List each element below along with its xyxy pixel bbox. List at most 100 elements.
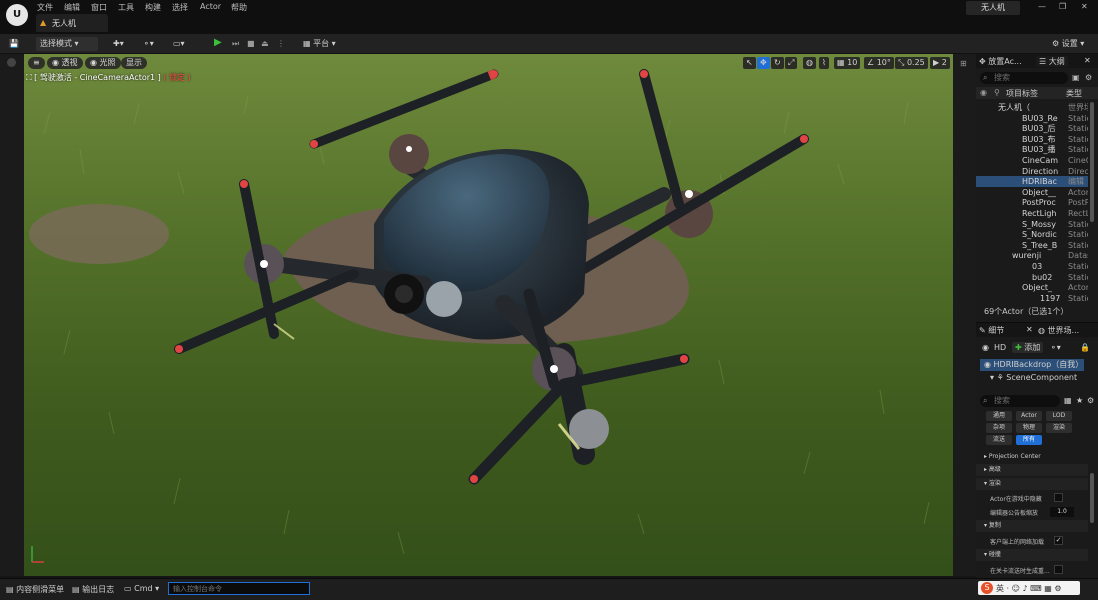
blueprint-dropdown-icon[interactable]: ⚬▾ bbox=[1050, 343, 1061, 352]
scene-component-row[interactable]: ▾ ⚘ SceneComponent bbox=[990, 373, 1077, 382]
projection-center-row[interactable]: ▸ Projection Center bbox=[984, 453, 1041, 460]
outliner-row[interactable]: bu02 Static bbox=[976, 272, 1088, 283]
grid-snap-toggle[interactable]: ▦ 10 bbox=[834, 57, 861, 69]
menu-edit[interactable]: 编辑 bbox=[64, 2, 80, 13]
pilot-camera-label[interactable]: ⛶ [ 驾驶激活 - CineCameraActor1 ] ( 锁定 ) bbox=[26, 72, 191, 83]
menu-window[interactable]: 窗口 bbox=[91, 2, 107, 13]
outliner-settings-icon[interactable]: ⚙ bbox=[1085, 73, 1092, 82]
filter-chip[interactable]: 所有 bbox=[1016, 435, 1042, 445]
rotation-snap-toggle[interactable]: ∠ 10° bbox=[864, 57, 894, 69]
spawn-collision-checkbox[interactable] bbox=[1054, 565, 1063, 574]
outliner-row[interactable]: Object__ Actor bbox=[976, 187, 1088, 198]
details-scrollbar[interactable] bbox=[1090, 473, 1094, 523]
section-collision[interactable]: ▾ 碰撞 bbox=[976, 549, 1088, 561]
ime-toolbar[interactable]: S 英 · ☺ ♪ ⌨ ▦ ⚙ bbox=[978, 581, 1080, 595]
favorite-star-icon[interactable]: ★ bbox=[1076, 396, 1083, 405]
output-log-button[interactable]: ▤ 输出日志 bbox=[72, 584, 114, 595]
step-icon[interactable]: ⏭ bbox=[232, 37, 239, 51]
eject-icon[interactable]: ⏏ bbox=[261, 37, 269, 51]
platform-dropdown[interactable]: ▦ 平台 ▾ bbox=[303, 37, 336, 51]
close-details-icon[interactable]: ✕ bbox=[1026, 325, 1033, 334]
outliner-row[interactable]: BU03_后 Static bbox=[976, 123, 1088, 134]
hidden-in-game-checkbox[interactable] bbox=[1054, 493, 1063, 502]
layout-icon[interactable]: ⊞ bbox=[960, 59, 967, 68]
component-root-row[interactable]: ◉ HDRIBackdrop（自我） bbox=[980, 359, 1084, 371]
minimize-button[interactable]: — bbox=[1038, 2, 1046, 11]
actor-name-short[interactable]: HD bbox=[994, 343, 1006, 352]
blueprint-icon[interactable]: ⚬▾ bbox=[143, 37, 154, 51]
add-component-button[interactable]: ✚ 添加 bbox=[1012, 342, 1044, 353]
menu-select[interactable]: 选择 bbox=[172, 2, 188, 13]
content-drawer-button[interactable]: ▤ 内容侧滑菜单 bbox=[6, 584, 64, 595]
outliner-row[interactable]: 1197 Static bbox=[976, 293, 1088, 304]
outliner-row[interactable]: BU03_布 Static bbox=[976, 134, 1088, 145]
outliner-row[interactable]: BU03_播 Static bbox=[976, 144, 1088, 155]
scale-snap-toggle[interactable]: ⤡ 0.25 bbox=[895, 57, 928, 69]
add-folder-icon[interactable]: ▣ bbox=[1072, 73, 1080, 82]
table-view-icon[interactable]: ▦ bbox=[1064, 396, 1072, 405]
filter-chip[interactable]: Actor bbox=[1016, 411, 1042, 421]
outliner-row[interactable]: BU03_Re Static bbox=[976, 113, 1088, 124]
filter-chip[interactable]: 通用 bbox=[986, 411, 1012, 421]
perspective-pill[interactable]: ◉ 透视 bbox=[47, 57, 83, 69]
outliner-row[interactable]: S_Tree_B Static bbox=[976, 240, 1088, 251]
outliner-search-input[interactable]: 搜索 bbox=[980, 72, 1068, 84]
unreal-logo-icon[interactable]: U bbox=[6, 4, 28, 26]
outliner-row[interactable]: CineCam CineC bbox=[976, 155, 1088, 166]
outliner-row[interactable]: 03 Static bbox=[976, 261, 1088, 272]
outliner-row[interactable]: S_Mossy Static bbox=[976, 219, 1088, 230]
move-tool-icon[interactable]: ✥ bbox=[757, 57, 770, 69]
settings-button[interactable]: ⚙ 设置 ▾ bbox=[1052, 37, 1084, 51]
billboard-scale-field[interactable]: 1.0 bbox=[1050, 507, 1074, 517]
filter-chip[interactable]: 物理 bbox=[1016, 423, 1042, 433]
console-command-input[interactable] bbox=[168, 582, 310, 595]
outliner-row[interactable]: S_Nordic Static bbox=[976, 229, 1088, 240]
outliner-row[interactable]: wurenji Datas bbox=[976, 250, 1088, 261]
filter-chip[interactable]: 渲染 bbox=[1046, 423, 1072, 433]
close-tab-icon[interactable]: ✕ bbox=[1084, 56, 1091, 65]
filter-chip[interactable]: LOD bbox=[1046, 411, 1072, 421]
tab-world-settings[interactable]: ◍ 世界场... bbox=[1038, 325, 1079, 336]
maximize-button[interactable]: ❐ bbox=[1059, 2, 1066, 11]
add-content-icon[interactable]: ✚▾ bbox=[113, 37, 124, 51]
save-icon[interactable]: 💾 bbox=[9, 37, 19, 51]
outliner-row[interactable]: PostProc PostP bbox=[976, 197, 1088, 208]
item-label-column[interactable]: 项目标签 bbox=[1006, 88, 1038, 99]
cmd-dropdown[interactable]: ▭ Cmd ▾ bbox=[124, 584, 159, 593]
details-search-input[interactable]: 搜索 bbox=[980, 395, 1060, 407]
menu-actor[interactable]: Actor bbox=[200, 2, 221, 11]
outliner-row[interactable]: RectLigh RectL bbox=[976, 208, 1088, 219]
menu-help[interactable]: 帮助 bbox=[231, 2, 247, 13]
outliner-row[interactable]: 无人机（ 世界场 bbox=[976, 102, 1088, 113]
more-options-icon[interactable]: ⋮ bbox=[277, 37, 285, 51]
level-tab[interactable]: ▲ 无人机 bbox=[36, 14, 108, 32]
project-name-button[interactable]: 无人机 bbox=[966, 1, 1020, 15]
view-options-pill[interactable]: ≡ bbox=[28, 57, 45, 69]
stop-icon[interactable]: ■ bbox=[247, 37, 255, 51]
lighting-pill[interactable]: ◉ 光照 bbox=[85, 57, 121, 69]
outliner-scrollbar[interactable] bbox=[1090, 102, 1094, 222]
viewport-options-icon[interactable] bbox=[7, 58, 16, 67]
menu-tools[interactable]: 工具 bbox=[118, 2, 134, 13]
outliner-row[interactable]: Object_ Actor bbox=[976, 282, 1088, 293]
select-tool-icon[interactable]: ↖ bbox=[743, 57, 756, 69]
show-pill[interactable]: 显示 bbox=[121, 57, 147, 69]
surface-snap-icon[interactable]: ⌇ bbox=[819, 57, 829, 69]
type-column[interactable]: 类型 bbox=[1066, 88, 1082, 99]
level-viewport[interactable]: ≡ ◉ 透视 ◉ 光照 显示 ⛶ [ 驾驶激活 - CineCameraActo… bbox=[24, 54, 953, 576]
camera-speed-toggle[interactable]: ▶ 2 bbox=[930, 57, 950, 69]
outliner-row[interactable]: Direction Direct bbox=[976, 166, 1088, 177]
tab-place-actors[interactable]: ✥ 放置Ac... bbox=[979, 56, 1022, 67]
filter-chip[interactable]: 流送 bbox=[986, 435, 1012, 445]
details-settings-icon[interactable]: ⚙ bbox=[1087, 396, 1094, 405]
play-icon[interactable]: ▶ bbox=[214, 36, 222, 50]
cinematics-icon[interactable]: ▭▾ bbox=[173, 37, 185, 51]
close-button[interactable]: ✕ bbox=[1081, 2, 1088, 11]
rotate-tool-icon[interactable]: ↻ bbox=[771, 57, 784, 69]
scale-tool-icon[interactable]: ⤢ bbox=[785, 57, 798, 69]
tab-outliner[interactable]: ☰ 大纲 bbox=[1036, 56, 1068, 67]
menu-file[interactable]: 文件 bbox=[37, 2, 53, 13]
tab-details[interactable]: ✎ 细节 bbox=[979, 325, 1004, 336]
net-load-checkbox[interactable]: ✓ bbox=[1054, 536, 1063, 545]
section-advanced[interactable]: ▸ 高级 bbox=[976, 464, 1088, 476]
